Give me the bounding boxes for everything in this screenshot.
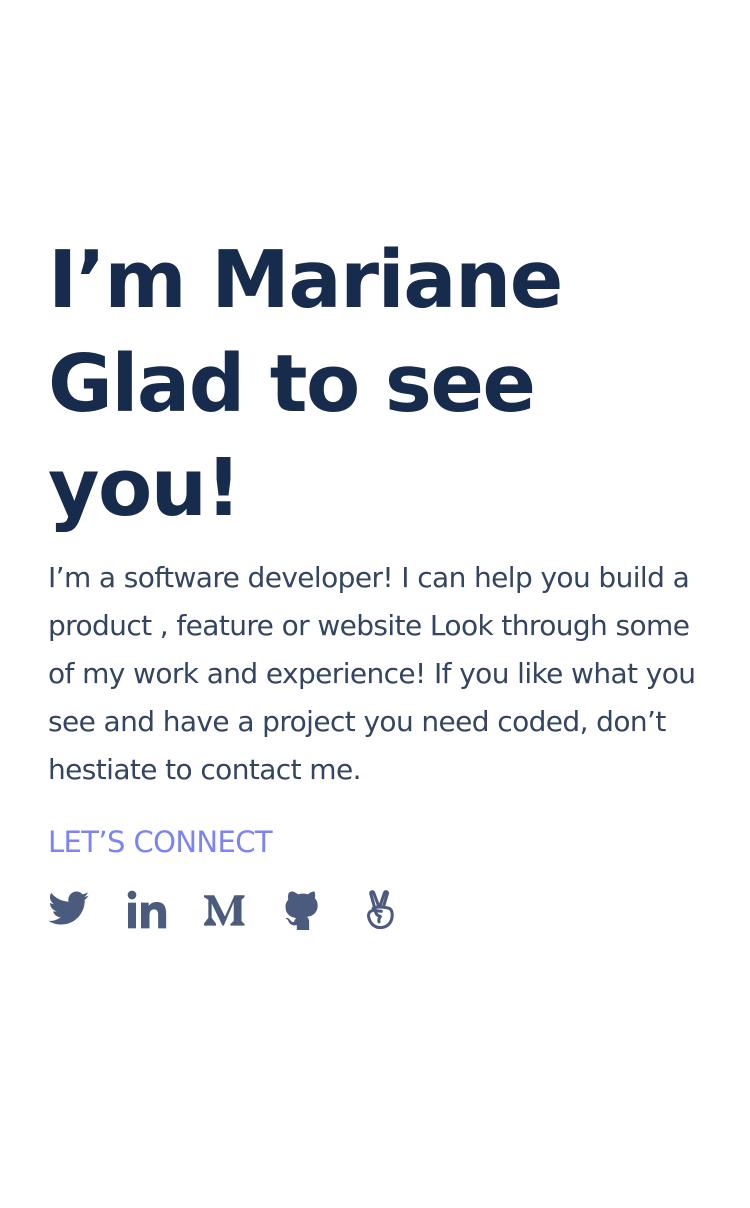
- social-links: [48, 888, 708, 932]
- linkedin-icon: [127, 890, 167, 930]
- headline-line: I’m Mariane: [48, 234, 563, 326]
- twitter-link[interactable]: [48, 889, 90, 931]
- connect-label: LET’S CONNECT: [48, 825, 273, 859]
- medium-link[interactable]: [204, 889, 246, 931]
- headline: I’m Mariane Glad to see you!: [48, 228, 708, 540]
- medium-icon: [204, 893, 246, 927]
- intro-text: I’m a software developer! I can help you…: [48, 561, 696, 786]
- github-icon: [283, 889, 323, 931]
- linkedin-link[interactable]: [126, 889, 168, 931]
- headline-line: Glad to see: [48, 338, 536, 430]
- hero-section: I’m Mariane Glad to see you! I’m a softw…: [48, 228, 708, 932]
- angellist-link[interactable]: [360, 889, 402, 931]
- headline-line: you!: [48, 442, 242, 534]
- angellist-icon: [365, 889, 397, 931]
- twitter-icon: [48, 891, 90, 929]
- github-link[interactable]: [282, 889, 324, 931]
